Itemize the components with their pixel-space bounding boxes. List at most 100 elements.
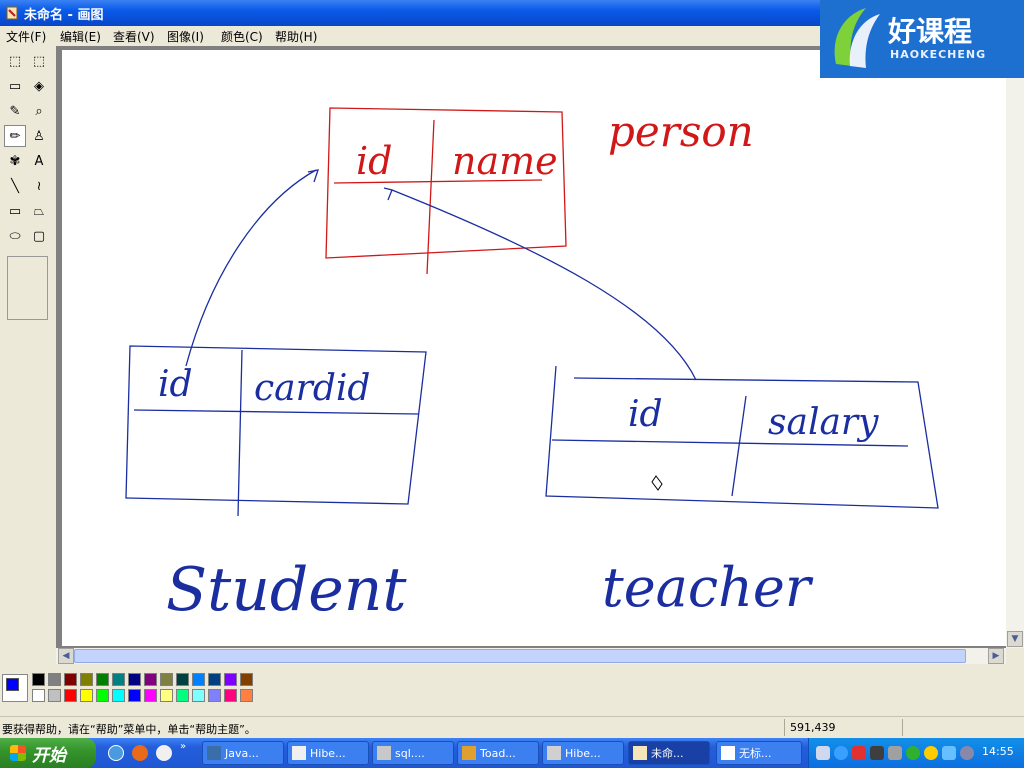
horizontal-scrollbar[interactable]: ◀ ▶: [56, 648, 1006, 664]
palette-swatch[interactable]: [80, 689, 93, 702]
palette-swatch[interactable]: [112, 689, 125, 702]
fill-bucket-icon[interactable]: ◈: [28, 75, 50, 97]
scroll-down-icon[interactable]: ▼: [1007, 631, 1023, 647]
vertical-scrollbar[interactable]: ▲ ▼: [1006, 46, 1024, 648]
quicklaunch-more-icon[interactable]: »: [180, 741, 186, 752]
color-picker-icon[interactable]: ✎: [4, 100, 26, 122]
taskbar-button[interactable]: sql....: [372, 741, 454, 765]
palette-swatch[interactable]: [208, 689, 221, 702]
taskbar-button[interactable]: Java...: [202, 741, 284, 765]
airbrush-icon[interactable]: ✾: [4, 150, 26, 172]
tool-options-box[interactable]: [7, 256, 48, 320]
taskbar-button[interactable]: 无标...: [716, 741, 802, 765]
scroll-left-icon[interactable]: ◀: [58, 648, 74, 664]
pencil-icon[interactable]: ✏: [4, 125, 26, 147]
line-icon[interactable]: ╲: [4, 175, 26, 197]
rounded-rect-icon[interactable]: ▢: [28, 225, 50, 247]
palette-swatch[interactable]: [48, 673, 61, 686]
app-tray-icon-3[interactable]: [942, 746, 956, 760]
app-tray-icon-1[interactable]: [906, 746, 920, 760]
search-quicklaunch-icon[interactable]: [156, 745, 172, 761]
curve-icon[interactable]: ≀: [28, 175, 50, 197]
palette-swatch[interactable]: [160, 689, 173, 702]
teacher-table-border: [545, 365, 939, 509]
palette-swatch[interactable]: [192, 673, 205, 686]
magnifier-icon[interactable]: ⌕: [28, 100, 50, 122]
status-bar: 要获得帮助，请在“帮助”菜单中，单击“帮助主题”。 591,439: [0, 716, 1024, 739]
text-icon[interactable]: A: [28, 150, 50, 172]
rounded-rect-icon-glyph: ▢: [32, 228, 46, 244]
paint-app-icon: [6, 6, 18, 20]
horizontal-scroll-thumb[interactable]: [74, 649, 966, 663]
teacher-col-id: id: [628, 394, 663, 435]
firefox-quicklaunch-icon[interactable]: [132, 745, 148, 761]
palette-swatch[interactable]: [128, 673, 141, 686]
palette-swatch[interactable]: [176, 673, 189, 686]
palette-swatch[interactable]: [32, 673, 45, 686]
task-label: 未命...: [651, 747, 684, 760]
logo-sub-text: HAOKECHENG: [890, 48, 987, 61]
fill-bucket-icon-glyph: ◈: [34, 78, 44, 94]
palette-swatch[interactable]: [224, 673, 237, 686]
rectangle-icon[interactable]: ▭: [4, 200, 26, 222]
person-label: person: [608, 107, 754, 156]
palette-swatch[interactable]: [144, 689, 157, 702]
drawing-canvas[interactable]: id name person id cardid Student id sala…: [62, 50, 1006, 646]
scroll-right-icon[interactable]: ▶: [988, 648, 1004, 664]
menu-edit[interactable]: 编辑(E): [60, 28, 101, 45]
antivirus-tray-icon[interactable]: [852, 746, 866, 760]
palette-swatch[interactable]: [160, 673, 173, 686]
palette-swatch[interactable]: [80, 673, 93, 686]
palette-swatch[interactable]: [32, 689, 45, 702]
status-help-text: 要获得帮助，请在“帮助”菜单中，单击“帮助主题”。: [2, 723, 256, 736]
current-colors[interactable]: [2, 674, 28, 702]
rect-select-icon[interactable]: ⬚: [28, 50, 50, 72]
student-to-person-arrow: [185, 169, 317, 367]
taskbar-button[interactable]: 未命...: [628, 741, 710, 765]
free-select-icon[interactable]: ⬚: [4, 50, 26, 72]
palette-swatch[interactable]: [48, 689, 61, 702]
volume-tray-icon[interactable]: [888, 746, 902, 760]
palette-swatch[interactable]: [144, 673, 157, 686]
rectangle-icon-glyph: ▭: [8, 203, 22, 219]
brush-icon[interactable]: ♙: [28, 125, 50, 147]
app-tray-icon-4[interactable]: [960, 746, 974, 760]
teacher-to-person-arrow: [391, 189, 697, 381]
palette-swatch[interactable]: [240, 673, 253, 686]
palette-swatch[interactable]: [96, 689, 109, 702]
teacher-label: teacher: [602, 556, 814, 619]
palette-swatch[interactable]: [128, 689, 141, 702]
palette-swatch[interactable]: [176, 689, 189, 702]
palette-swatch[interactable]: [208, 673, 221, 686]
network-tray-icon[interactable]: [870, 746, 884, 760]
ellipse-icon[interactable]: ⬭: [4, 225, 26, 247]
eraser-icon-glyph: ▭: [8, 78, 22, 94]
palette-swatch[interactable]: [112, 673, 125, 686]
taskbar-button[interactable]: Hibe...: [287, 741, 369, 765]
eraser-icon[interactable]: ▭: [4, 75, 26, 97]
palette-swatch[interactable]: [192, 689, 205, 702]
keyboard-tray-icon[interactable]: [816, 746, 830, 760]
palette-swatch[interactable]: [64, 689, 77, 702]
palette-swatch[interactable]: [96, 673, 109, 686]
palette-swatch[interactable]: [224, 689, 237, 702]
menu-help[interactable]: 帮助(H): [275, 28, 317, 45]
menu-image[interactable]: 图像(I): [167, 28, 204, 45]
palette-swatch[interactable]: [240, 689, 253, 702]
task-app-icon: [547, 746, 561, 760]
taskbar-button[interactable]: Hibe...: [542, 741, 624, 765]
primary-color-swatch[interactable]: [6, 678, 19, 691]
app-tray-icon-2[interactable]: [924, 746, 938, 760]
person-col-name: name: [452, 139, 558, 183]
rect-select-icon-glyph: ⬚: [32, 53, 46, 69]
task-app-icon: [633, 746, 647, 760]
taskbar-button[interactable]: Toad...: [457, 741, 539, 765]
tray-back-icon[interactable]: [834, 746, 848, 760]
menu-colors[interactable]: 颜色(C): [221, 28, 263, 45]
menu-file[interactable]: 文件(F): [6, 28, 46, 45]
polygon-icon[interactable]: ⏢: [28, 200, 50, 222]
menu-view[interactable]: 查看(V): [113, 28, 155, 45]
palette-swatch[interactable]: [64, 673, 77, 686]
start-button[interactable]: 开始: [0, 738, 96, 768]
ie-quicklaunch-icon[interactable]: [108, 745, 124, 761]
